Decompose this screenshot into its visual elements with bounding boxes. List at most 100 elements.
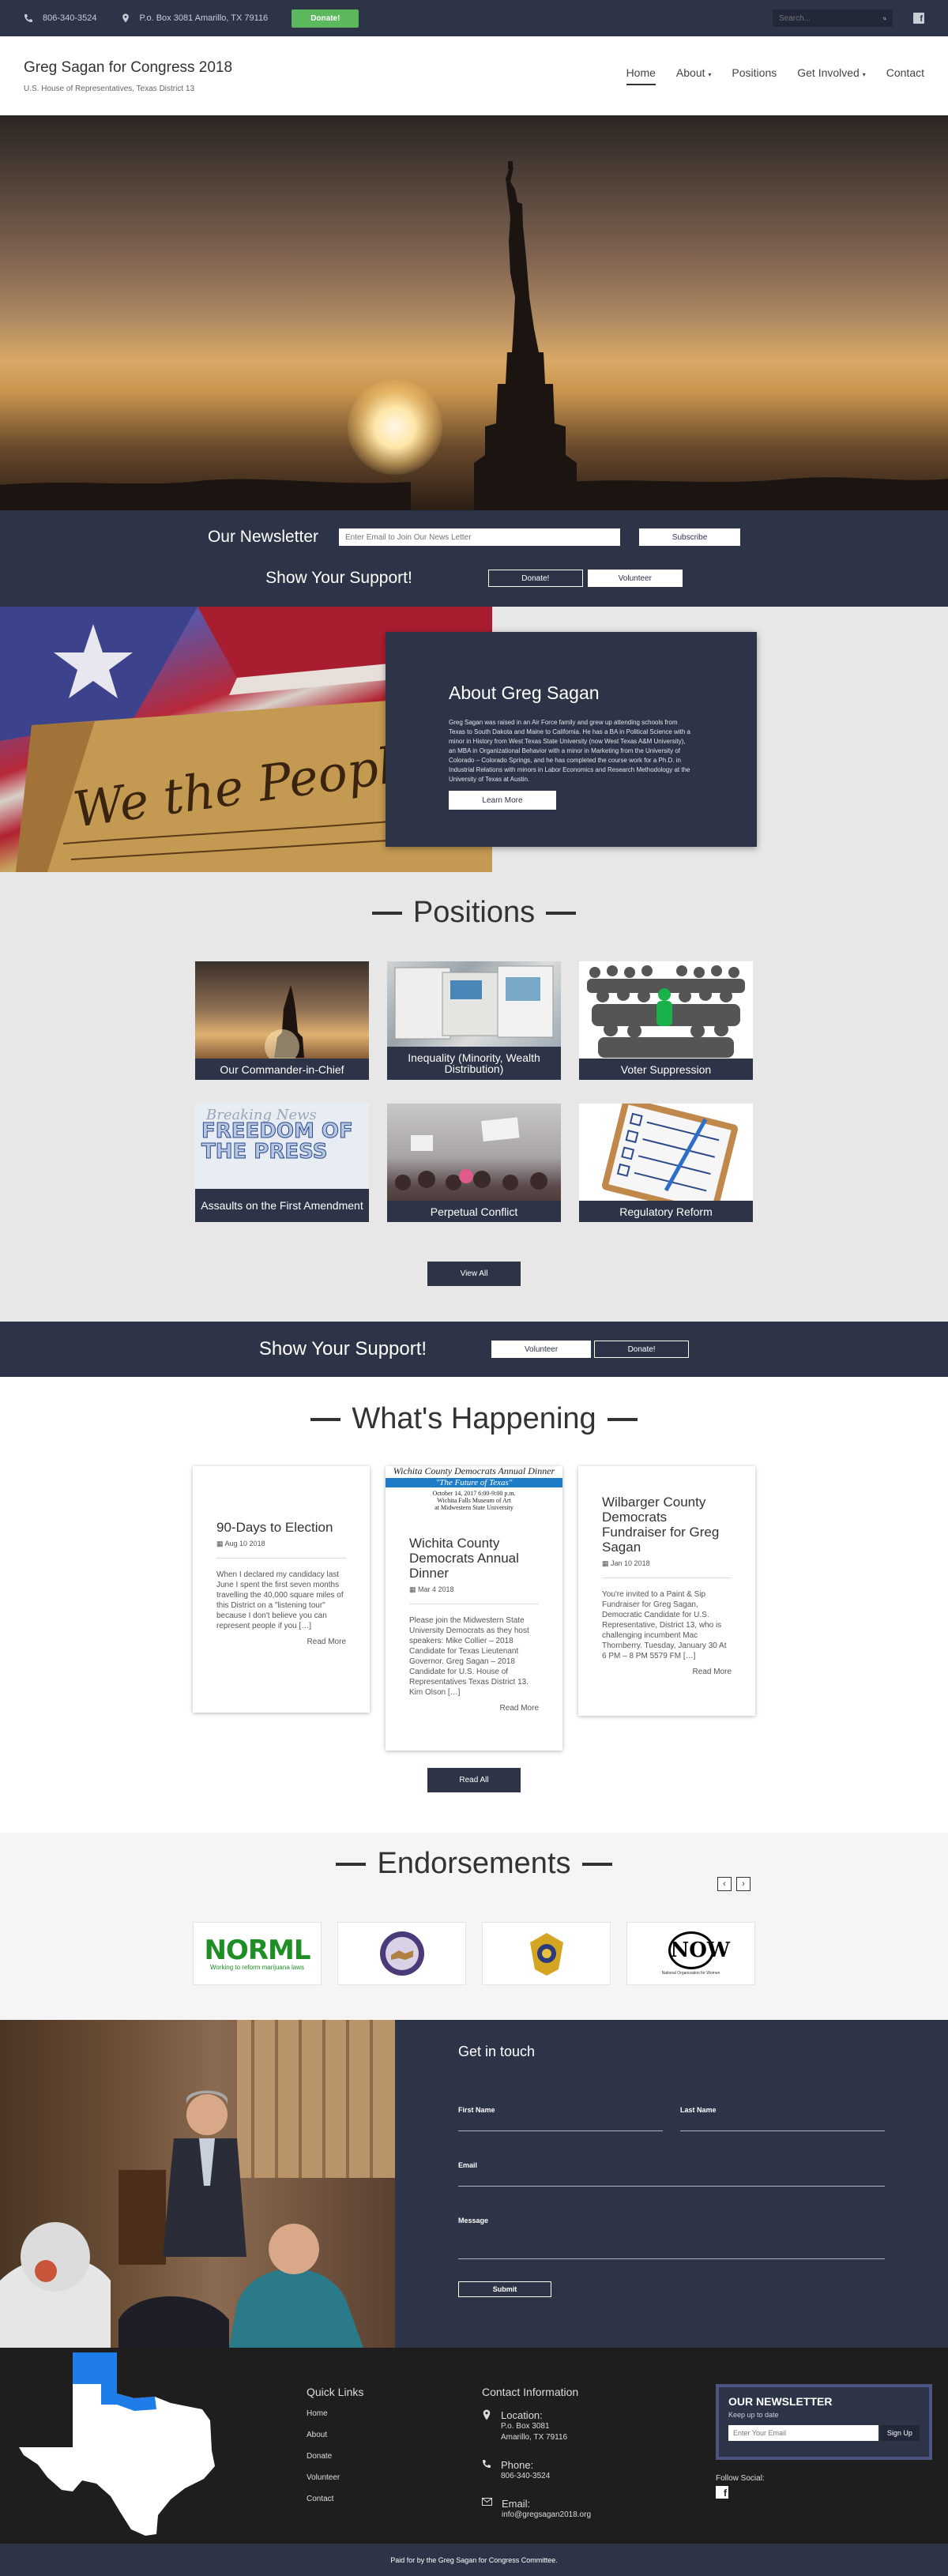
norml-tagline: Working to reform marijuana laws <box>209 1963 304 1971</box>
chevron-left-icon[interactable]: ‹ <box>717 1877 732 1891</box>
message-input[interactable] <box>458 2224 885 2259</box>
email-label: Email <box>458 2161 478 2169</box>
about-card: About Greg Sagan Greg Sagan was raised i… <box>386 632 757 847</box>
now-tagline: National Organization for Women <box>661 1971 720 1976</box>
whats-happening-section: What's Happening 90-Days to Election ▦ A… <box>0 1377 948 1833</box>
donate-button[interactable]: Donate! <box>594 1341 690 1358</box>
volunteer-button[interactable]: Volunteer <box>491 1341 592 1358</box>
event-card[interactable]: Wichita County Democrats Annual Dinner "… <box>386 1466 562 1751</box>
learn-more-button[interactable]: Learn More <box>449 791 556 810</box>
newsletter-band: Our Newsletter Subscribe Show Your Suppo… <box>0 510 948 607</box>
submit-button[interactable]: Submit <box>458 2281 551 2297</box>
event-title[interactable]: 90-Days to Election <box>216 1520 346 1535</box>
teamsters-logo[interactable] <box>482 1922 611 1985</box>
volunteer-button[interactable]: Volunteer <box>587 570 683 587</box>
email-value[interactable]: info@gregsagan2018.org <box>502 2510 591 2521</box>
nav-positions-label: Positions <box>732 66 777 79</box>
sign-up-button[interactable]: Sign Up <box>879 2425 920 2441</box>
event-title[interactable]: Wilbarger County Democrats Fundraiser fo… <box>602 1495 732 1555</box>
donate-button[interactable]: Donate! <box>487 570 583 587</box>
contact-section: Get in touch First Name Last Name Email … <box>0 2020 948 2348</box>
facebook-icon[interactable]: f <box>716 2486 728 2499</box>
poster-title: Wichita County Democrats Annual Dinner <box>393 1466 555 1476</box>
first-name-input[interactable] <box>458 2114 663 2131</box>
texas-map-image <box>19 2352 215 2536</box>
site-title[interactable]: Greg Sagan for Congress 2018 <box>24 59 232 77</box>
read-more-link[interactable]: Read More <box>409 1704 539 1724</box>
support-band: Show Your Support! Volunteer Donate! <box>0 1322 948 1377</box>
freedom-press-text: FREEDOM OF THE PRESS <box>201 1121 354 1164</box>
calendar-icon: ▦ <box>409 1585 416 1593</box>
read-all-button[interactable]: Read All <box>427 1768 521 1792</box>
happening-heading: What's Happening <box>0 1402 948 1436</box>
event-card[interactable]: Wilbarger County Democrats Fundraiser fo… <box>578 1466 755 1716</box>
nav-home[interactable]: Home <box>626 66 656 85</box>
position-card-perpetual-conflict[interactable]: Perpetual Conflict <box>387 1104 561 1222</box>
handshake-seal-icon <box>379 1931 424 1976</box>
nav-get-involved[interactable]: Get Involved ▾ <box>797 66 866 85</box>
position-card-regulatory-reform[interactable]: Regulatory Reform <box>579 1104 753 1222</box>
contact-info-title: Contact Information <box>482 2386 579 2398</box>
address-info: P.o. Box 3081 Amarillo, TX 79116 <box>121 13 269 23</box>
nav-get-involved-label: Get Involved <box>797 66 860 79</box>
footer-link-home[interactable]: Home <box>307 2409 363 2418</box>
search-input[interactable] <box>779 13 883 23</box>
footer-email-input[interactable] <box>728 2425 878 2441</box>
position-card-first-amendment[interactable]: Breaking News FREEDOM OF THE PRESS Assau… <box>195 1104 369 1222</box>
nav-about[interactable]: About ▾ <box>676 66 712 85</box>
event-excerpt: When I declared my candidacy last June I… <box>216 1570 344 1630</box>
map-marker-icon <box>483 2409 491 2420</box>
quick-links-title: Quick Links <box>307 2386 364 2398</box>
phone-text: 806-340-3524 <box>43 13 97 23</box>
paid-for-text: Paid for by the Greg Sagan for Congress … <box>390 2555 558 2564</box>
map-marker-icon <box>122 13 129 23</box>
email-input[interactable] <box>458 2169 885 2187</box>
calendar-icon: ▦ <box>602 1559 609 1567</box>
now-logo[interactable]: NOW National Organization for Women <box>626 1922 755 1985</box>
position-card-voter-suppression[interactable]: Voter Suppression <box>579 961 753 1080</box>
footer-link-volunteer[interactable]: Volunteer <box>307 2473 363 2482</box>
footer-link-about[interactable]: About <box>307 2431 363 2439</box>
norml-logo[interactable]: NORML Working to reform marijuana laws <box>193 1922 322 1985</box>
search-box <box>773 9 893 27</box>
position-card-commander[interactable]: Our Commander-in-Chief <box>195 961 369 1080</box>
poster-theme: "The Future of Texas" <box>386 1478 562 1487</box>
read-more-link[interactable]: Read More <box>602 1668 732 1687</box>
about-section: We the People About Greg Sagan Greg Saga… <box>0 607 948 872</box>
event-excerpt: Please join the Midwestern State Univers… <box>409 1616 529 1697</box>
nav-positions[interactable]: Positions <box>732 66 777 85</box>
footer-link-contact[interactable]: Contact <box>307 2495 363 2503</box>
event-date: ▦ Jan 10 2018 <box>602 1559 732 1578</box>
event-card[interactable]: 90-Days to Election ▦ Aug 10 2018 When I… <box>193 1466 370 1713</box>
last-name-field[interactable]: Last Name <box>680 2106 885 2131</box>
last-name-input[interactable] <box>680 2114 885 2131</box>
subscribe-button[interactable]: Subscribe <box>639 528 741 546</box>
address-text: P.o. Box 3081 Amarillo, TX 79116 <box>139 13 269 23</box>
position-card-inequality[interactable]: Inequality (Minority, Wealth Distributio… <box>387 961 561 1080</box>
position-label: Regulatory Reform <box>579 1201 753 1222</box>
chevron-down-icon: ▾ <box>708 71 712 78</box>
location-line: P.o. Box 3081 <box>501 2422 550 2431</box>
seal-logo[interactable] <box>337 1922 466 1985</box>
nav-contact[interactable]: Contact <box>886 66 924 85</box>
donate-button[interactable]: Donate! <box>292 9 359 28</box>
newsletter-email-input[interactable] <box>339 528 621 546</box>
read-more-link[interactable]: Read More <box>216 1638 346 1657</box>
contact-title: Get in touch <box>458 2044 536 2059</box>
facebook-icon[interactable]: f <box>913 13 924 24</box>
search-icon[interactable] <box>883 14 886 23</box>
footer-link-donate[interactable]: Donate <box>307 2452 363 2461</box>
contact-information: Contact Information Location: P.o. Box 3… <box>482 2386 591 2530</box>
message-field[interactable]: Message <box>458 2217 885 2259</box>
teamsters-emblem-icon <box>529 1933 563 1976</box>
first-name-field[interactable]: First Name <box>458 2106 663 2131</box>
positions-heading: Positions <box>0 896 948 930</box>
event-title[interactable]: Wichita County Democrats Annual Dinner <box>409 1536 539 1581</box>
support-row: Show Your Support! Donate! Volunteer <box>0 569 948 588</box>
positions-title: Positions <box>412 896 536 929</box>
footer-newsletter-title: OUR NEWSLETTER <box>728 2395 833 2408</box>
chevron-down-icon: ▾ <box>862 71 866 78</box>
view-all-button[interactable]: View All <box>427 1262 521 1286</box>
email-field[interactable]: Email <box>458 2161 885 2187</box>
chevron-right-icon[interactable]: › <box>736 1877 750 1891</box>
